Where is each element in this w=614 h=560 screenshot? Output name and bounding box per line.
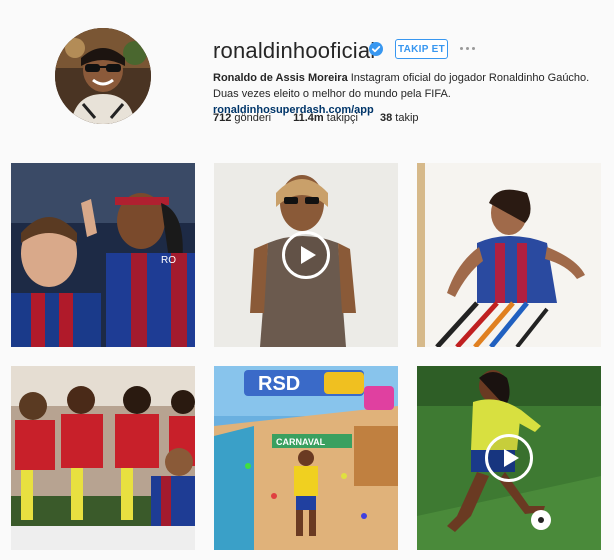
stat-following-count: 38 xyxy=(379,112,393,124)
post-tile[interactable]: RO xyxy=(11,163,195,347)
stat-followers-label: takipçi xyxy=(326,112,358,124)
profile-avatar[interactable] xyxy=(55,28,151,124)
post-tile-video[interactable] xyxy=(214,163,398,347)
profile-bio: Ronaldo de Assis Moreira Instagram ofici… xyxy=(213,70,593,118)
carnaval-text: CARNAVAL xyxy=(276,437,326,447)
post-tile[interactable]: RSD CARNAVAL xyxy=(214,366,398,550)
more-options-icon[interactable] xyxy=(457,40,477,56)
post-tile[interactable] xyxy=(11,366,195,550)
dot xyxy=(459,46,463,50)
dot xyxy=(471,46,475,50)
avatar-image xyxy=(55,28,151,124)
profile-stats: 712 gönderi 11.4m takipçi 38 takip xyxy=(213,112,419,124)
stat-posts[interactable]: 712 gönderi xyxy=(213,112,271,124)
play-icon[interactable] xyxy=(485,434,533,482)
follow-button[interactable]: TAKIP ET xyxy=(395,39,448,59)
banner-text: RSD xyxy=(258,373,300,395)
stat-posts-label: gönderi xyxy=(234,112,272,124)
stat-followers-count: 11.4m xyxy=(293,112,324,124)
profile-header: ronaldinhooficial TAKIP ET Ronaldo de As… xyxy=(0,0,614,150)
stat-followers[interactable]: 11.4m takipçi xyxy=(293,112,358,124)
post-image: RSD CARNAVAL xyxy=(214,366,398,550)
post-image: RO xyxy=(11,163,195,347)
post-image xyxy=(11,366,195,550)
stat-following-label: takip xyxy=(395,112,419,124)
post-tile[interactable] xyxy=(417,163,601,347)
post-tile-video[interactable] xyxy=(417,366,601,550)
dot xyxy=(465,46,469,50)
play-icon[interactable] xyxy=(282,231,330,279)
verified-badge-icon xyxy=(369,42,383,56)
stat-following[interactable]: 38 takip xyxy=(380,112,419,124)
post-image xyxy=(417,163,601,347)
profile-full-name: Ronaldo de Assis Moreira xyxy=(213,72,348,84)
jersey-text: RO xyxy=(161,255,176,266)
stat-posts-count: 712 xyxy=(213,112,232,124)
profile-username: ronaldinhooficial xyxy=(213,38,376,63)
